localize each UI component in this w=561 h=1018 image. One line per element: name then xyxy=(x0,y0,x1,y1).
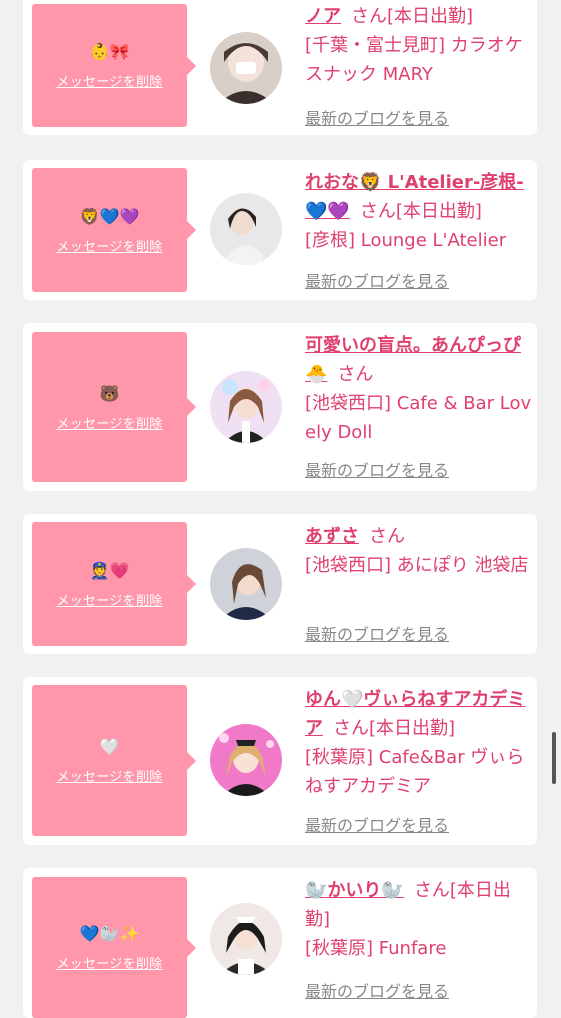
delete-message-link[interactable]: メッセージを削除 xyxy=(56,413,162,432)
latest-blog-link[interactable]: 最新のブログを見る xyxy=(305,812,449,836)
delete-message-link[interactable]: メッセージを削除 xyxy=(56,766,162,785)
message-card: 🤍 メッセージを削除 ゆん🤍ヴぃらねすアカデミア さん[本日出勤] [秋葉原] C… xyxy=(23,677,537,845)
cast-suffix: さん xyxy=(337,364,374,385)
card-info: ゆん🤍ヴぃらねすアカデミア さん[本日出勤] [秋葉原] Cafe&Bar ヴぃら… xyxy=(305,685,533,801)
avatar[interactable] xyxy=(210,193,282,265)
message-card: 👶🎀 メッセージを削除 ノア さん[本日出勤] [千葉・富士見町] カラオケスナッ… xyxy=(23,0,537,135)
delete-message-link[interactable]: メッセージを削除 xyxy=(56,236,162,255)
avatar[interactable] xyxy=(210,724,282,796)
delete-message-link[interactable]: メッセージを削除 xyxy=(56,953,162,972)
avatar[interactable] xyxy=(210,548,282,620)
emoji-message: 🐻 xyxy=(99,383,120,403)
delete-message-link[interactable]: メッセージを削除 xyxy=(56,590,162,609)
message-card: 👮💗 メッセージを削除 あずさ さん [池袋西口] あにぽり 池袋店 最新のブログ… xyxy=(23,514,537,654)
card-info: あずさ さん [池袋西口] あにぽり 池袋店 xyxy=(305,522,533,580)
latest-blog-link[interactable]: 最新のブログを見る xyxy=(305,621,449,645)
latest-blog-link[interactable]: 最新のブログを見る xyxy=(305,268,449,292)
shop-name: [秋葉原] Cafe&Bar ヴぃらねすアカデミア xyxy=(305,747,525,797)
cast-suffix: さん xyxy=(369,526,405,547)
card-info: 🦭かいり🦭 さん[本日出勤] [秋葉原] Funfare xyxy=(305,876,533,963)
message-bubble: 🤍 メッセージを削除 xyxy=(32,685,196,836)
cast-suffix: さん[本日出勤] xyxy=(333,718,456,739)
card-info: れおな🦁 L'Atelier-彦根-💙💜 さん[本日出勤] [彦根] Lounge… xyxy=(305,168,533,255)
message-bubble: 👮💗 メッセージを削除 xyxy=(32,522,196,646)
latest-blog-link[interactable]: 最新のブログを見る xyxy=(305,105,449,129)
shop-name: [秋葉原] Funfare xyxy=(305,938,447,959)
shop-name: [千葉・富士見町] カラオケスナック MARY xyxy=(305,35,523,85)
message-card: 🦁💙💜 メッセージを削除 れおな🦁 L'Atelier-彦根-💙💜 さん[本日出勤… xyxy=(23,160,537,300)
name-line: れおな🦁 L'Atelier-彦根-💙💜 さん[本日出勤] xyxy=(305,168,533,226)
emoji-message: 👮💗 xyxy=(89,560,130,580)
message-feed: 👶🎀 メッセージを削除 ノア さん[本日出勤] [千葉・富士見町] カラオケスナッ… xyxy=(0,0,561,1018)
name-line: あずさ さん xyxy=(305,522,533,551)
cast-name-link[interactable]: あずさ xyxy=(305,526,359,547)
avatar[interactable] xyxy=(210,371,282,443)
card-info: 可愛いの盲点。あんぴっぴ🐣 さん [池袋西口] Cafe & Bar Lovely… xyxy=(305,331,533,447)
shop-name: [池袋西口] あにぽり 池袋店 xyxy=(305,555,529,576)
avatar[interactable] xyxy=(210,903,282,975)
card-info: ノア さん[本日出勤] [千葉・富士見町] カラオケスナック MARY xyxy=(305,2,533,89)
emoji-message: 🤍 xyxy=(99,737,120,756)
shop-name: [彦根] Lounge L'Atelier xyxy=(305,230,507,251)
avatar[interactable] xyxy=(210,32,282,104)
name-line: 可愛いの盲点。あんぴっぴ🐣 さん xyxy=(305,331,533,389)
latest-blog-link[interactable]: 最新のブログを見る xyxy=(305,457,449,481)
message-card: 💙🦭✨ メッセージを削除 🦭かいり🦭 さん[本日出勤] [秋葉原] Funfare… xyxy=(23,868,537,1018)
scrollbar-thumb[interactable] xyxy=(552,732,556,784)
message-bubble: 🐻 メッセージを削除 xyxy=(32,332,196,482)
cast-name-link[interactable]: ノア xyxy=(305,6,341,27)
emoji-message: 🦁💙💜 xyxy=(79,206,140,226)
latest-blog-link[interactable]: 最新のブログを見る xyxy=(305,978,449,1002)
delete-message-link[interactable]: メッセージを削除 xyxy=(56,71,162,90)
message-bubble: 🦁💙💜 メッセージを削除 xyxy=(32,168,196,292)
cast-suffix: さん[本日出勤] xyxy=(351,6,474,27)
name-line: ゆん🤍ヴぃらねすアカデミア さん[本日出勤] xyxy=(305,685,533,743)
message-bubble: 👶🎀 メッセージを削除 xyxy=(32,4,196,127)
emoji-message: 👶🎀 xyxy=(89,42,130,61)
cast-suffix: さん[本日出勤] xyxy=(359,201,482,222)
message-bubble: 💙🦭✨ メッセージを削除 xyxy=(32,877,196,1018)
cast-name-link[interactable]: 🦭かいり🦭 xyxy=(305,880,404,901)
emoji-message: 💙🦭✨ xyxy=(79,924,140,943)
message-card: 🐻 メッセージを削除 可愛いの盲点。あんぴっぴ🐣 さん [池袋西口] Cafe &… xyxy=(23,323,537,491)
shop-name: [池袋西口] Cafe & Bar Lovely Doll xyxy=(305,393,532,443)
name-line: 🦭かいり🦭 さん[本日出勤] xyxy=(305,876,533,934)
name-line: ノア さん[本日出勤] xyxy=(305,2,533,31)
